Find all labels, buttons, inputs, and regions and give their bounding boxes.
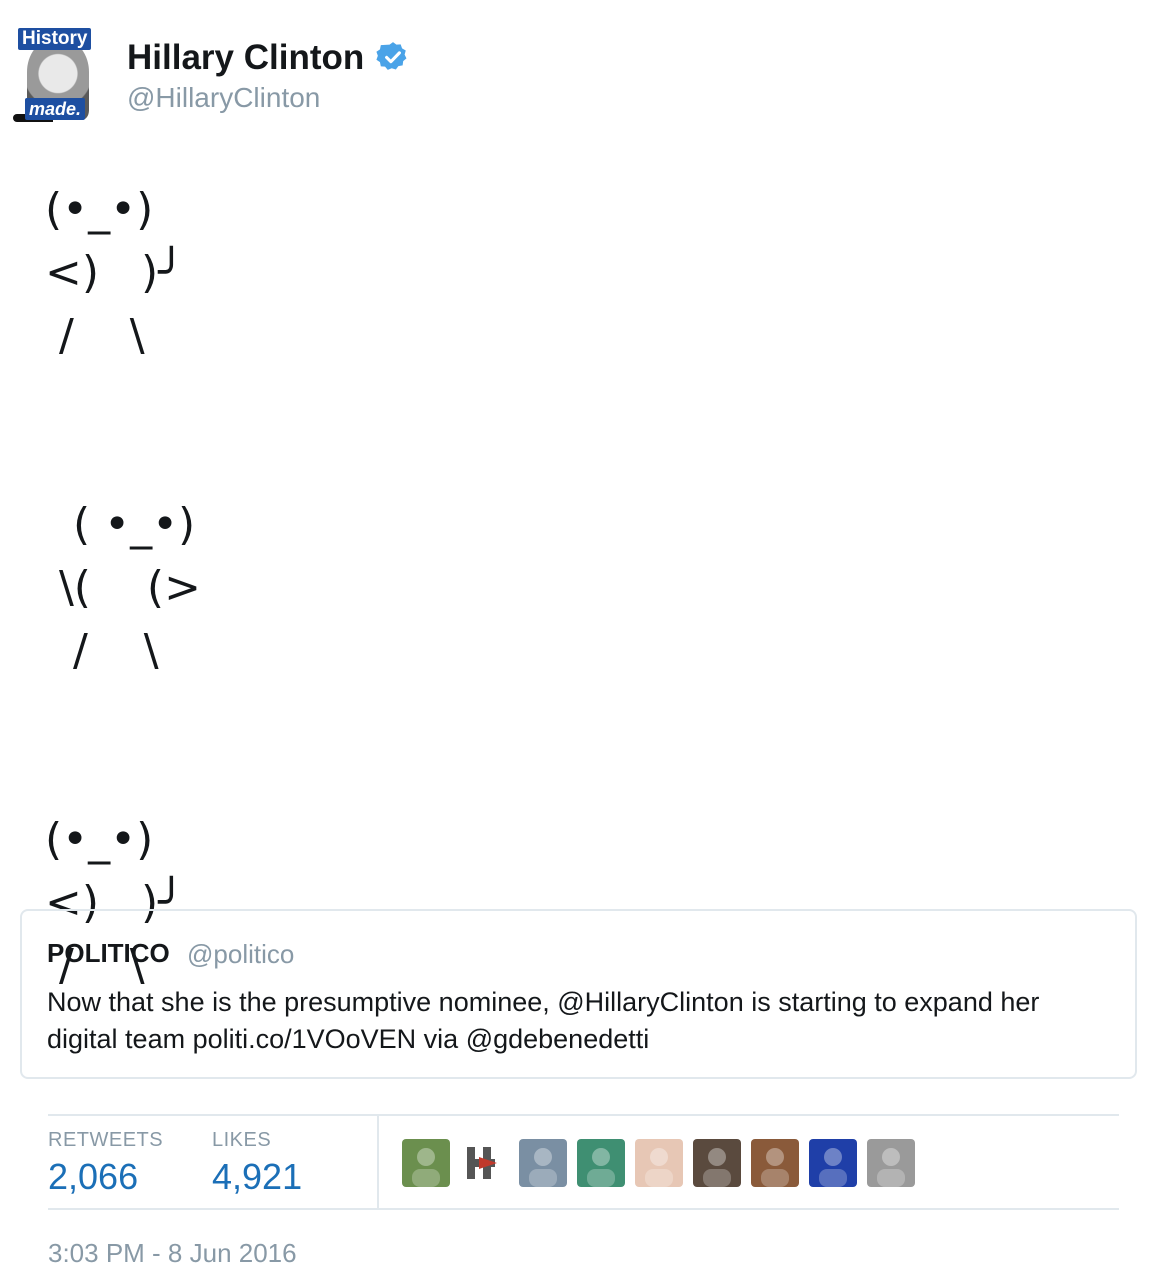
tweet-ascii-art: (•_•) <) )╯ / \ ( •_•) \( (> / \ (•_•) <…: [45, 184, 201, 991]
liker-avatar-6[interactable]: [693, 1139, 741, 1187]
display-name[interactable]: Hillary Clinton: [127, 38, 364, 78]
liker-avatar-1[interactable]: [402, 1139, 450, 1187]
avatar-text-top: History: [18, 28, 92, 50]
retweets-label: RETWEETS: [48, 1129, 164, 1151]
liker-avatar-9[interactable]: [867, 1139, 915, 1187]
stats-divider-vertical: [377, 1116, 379, 1208]
profile-avatar[interactable]: History made.: [13, 28, 101, 122]
likes-count[interactable]: 4,921: [212, 1156, 302, 1198]
avatar-text-bottom: made.: [25, 98, 86, 120]
stats-divider-bottom: [48, 1208, 1119, 1210]
liker-avatar-4[interactable]: [577, 1139, 625, 1187]
liker-avatar-7[interactable]: [751, 1139, 799, 1187]
user-handle[interactable]: @HillaryClinton: [127, 82, 320, 114]
stats-divider-top: [48, 1114, 1119, 1116]
liker-avatar-5[interactable]: [635, 1139, 683, 1187]
quoted-tweet-text: Now that she is the presumptive nominee,…: [47, 987, 1040, 1054]
verified-badge-icon: [376, 42, 407, 70]
liker-avatar-2[interactable]: [461, 1139, 509, 1187]
retweets-count[interactable]: 2,066: [48, 1156, 138, 1198]
tweet-timestamp[interactable]: 3:03 PM - 8 Jun 2016: [48, 1238, 297, 1269]
quoted-tweet-author: POLITICO: [47, 938, 170, 968]
liker-avatar-3[interactable]: [519, 1139, 567, 1187]
quoted-tweet-handle: @politico: [187, 939, 295, 969]
quoted-tweet-card[interactable]: POLITICO @politico Now that she is the p…: [20, 909, 1137, 1079]
likes-label: LIKES: [212, 1129, 272, 1151]
liker-avatar-8[interactable]: [809, 1139, 857, 1187]
